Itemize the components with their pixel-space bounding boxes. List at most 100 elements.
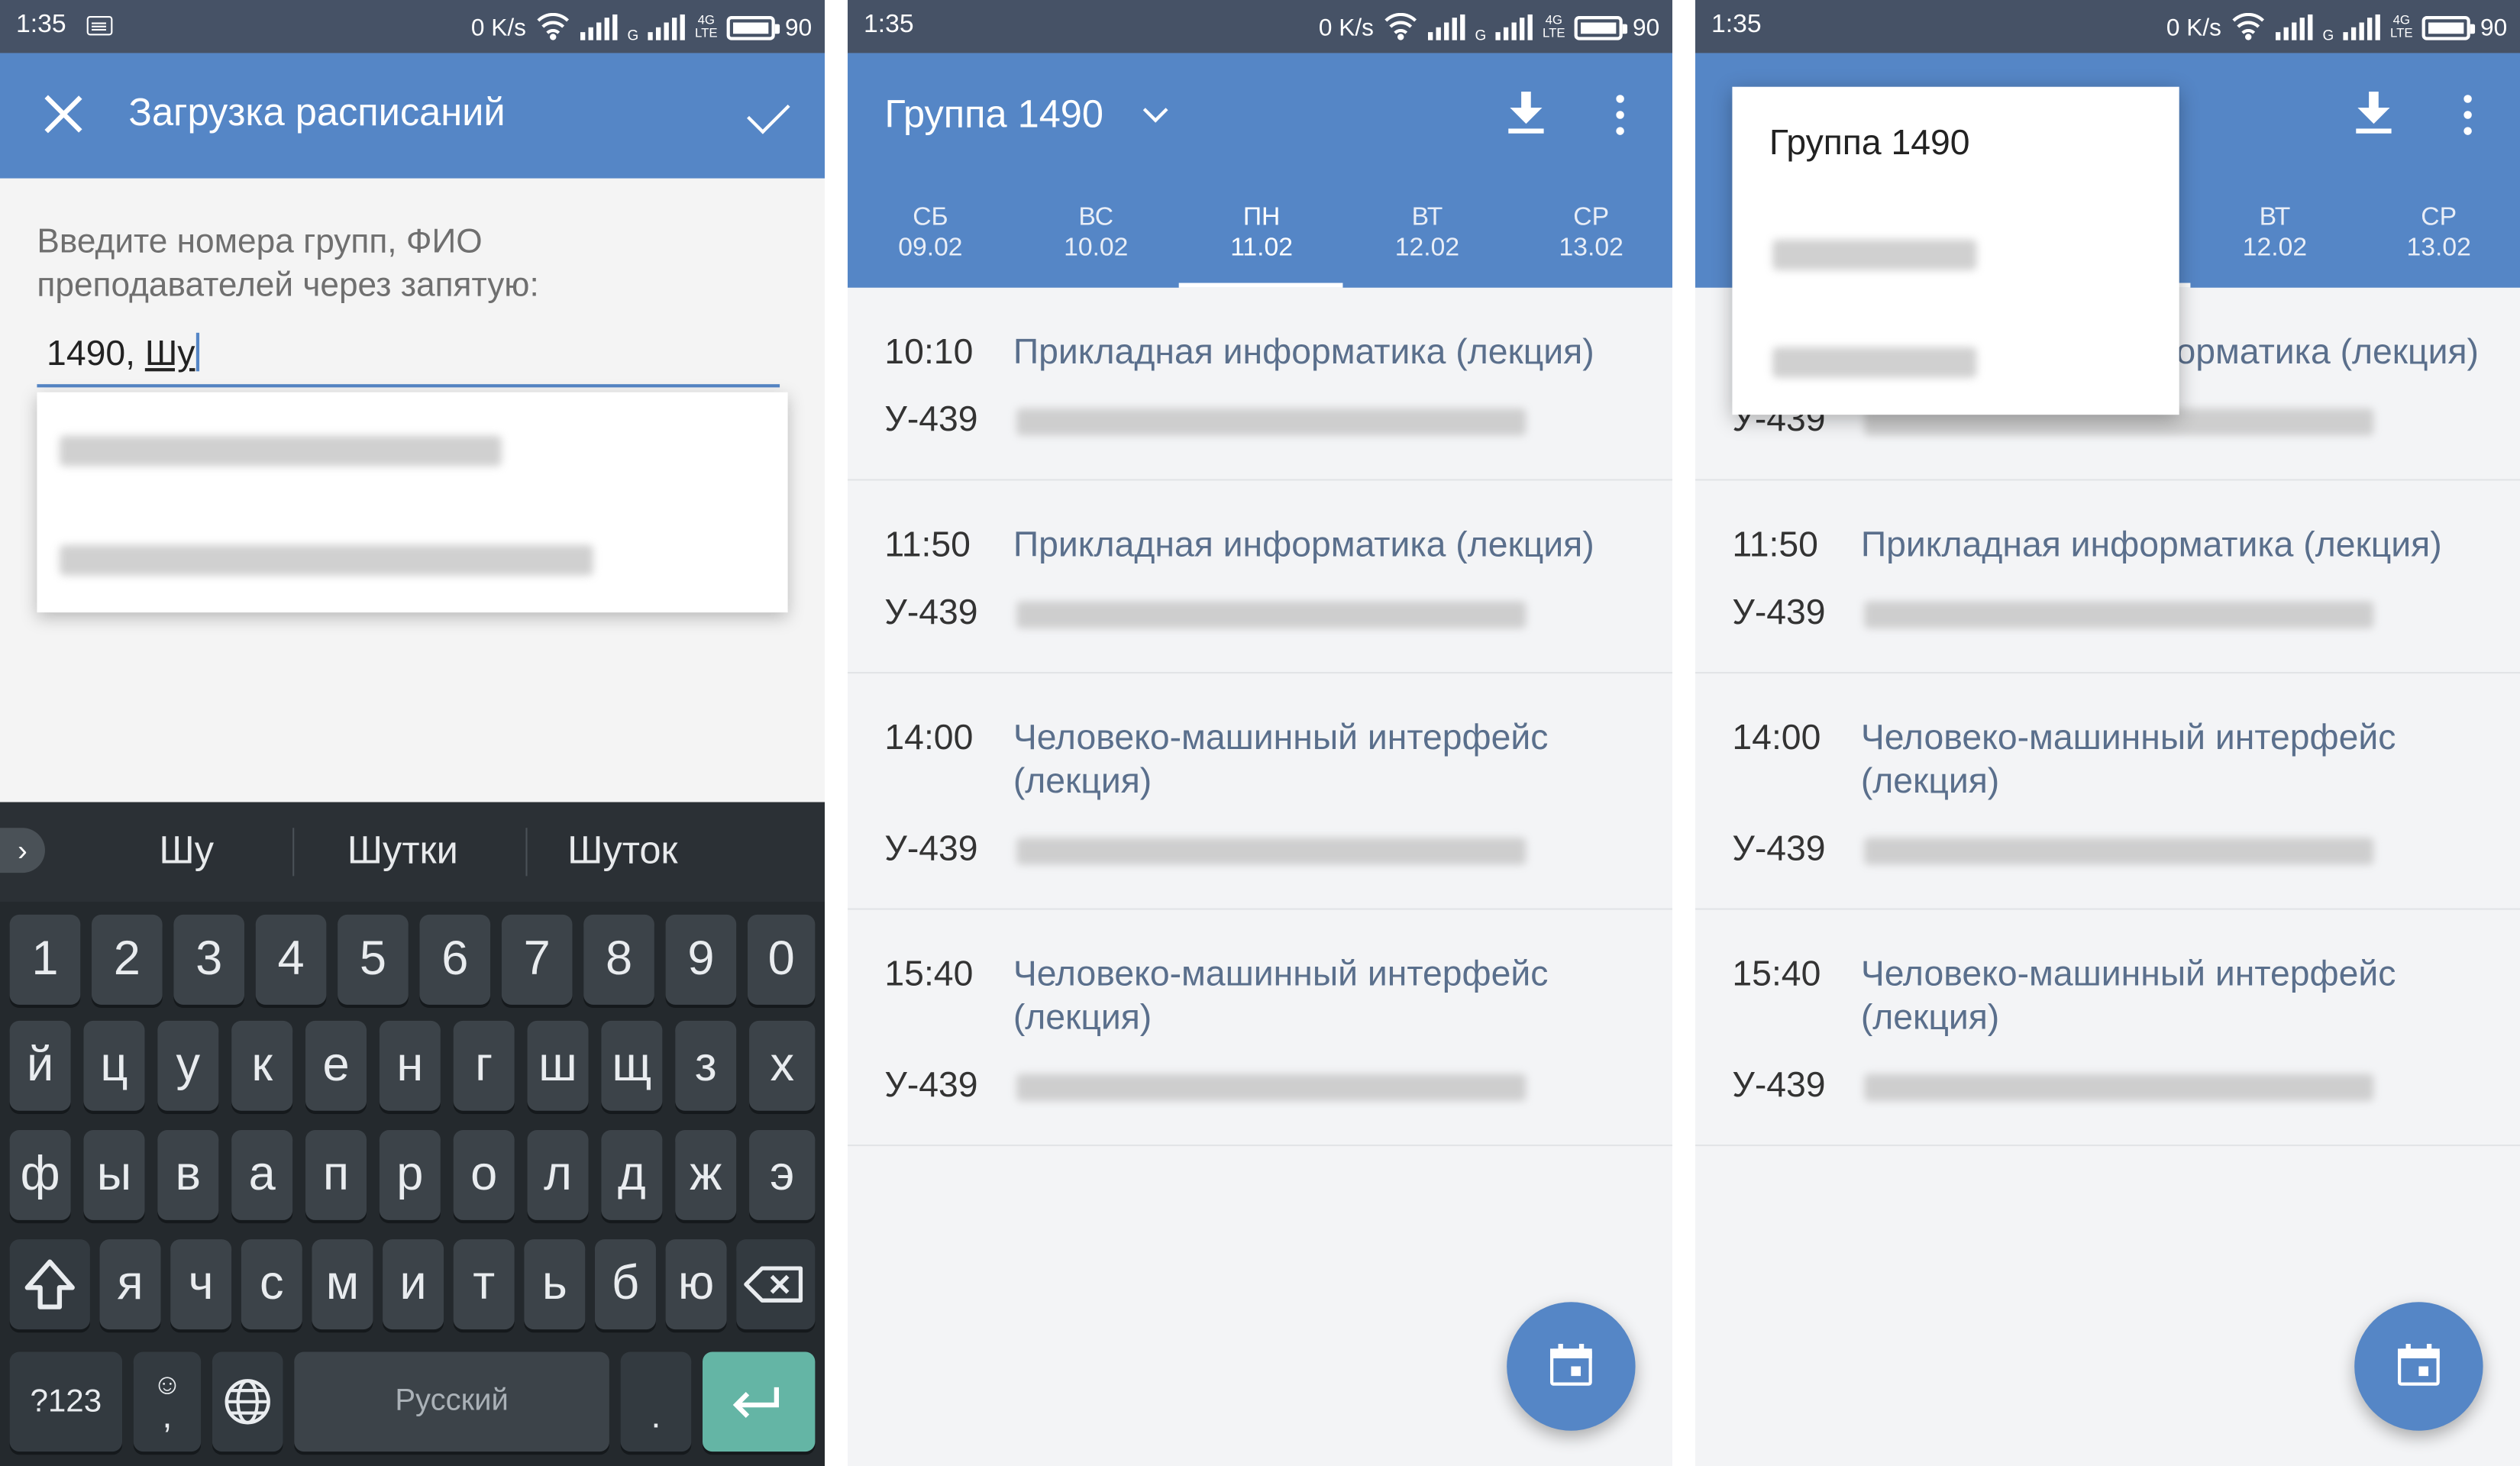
download-icon[interactable] <box>2354 92 2393 137</box>
list-item[interactable]: 10:10 Прикладная информатика (лекция) У-… <box>848 288 1672 481</box>
key[interactable]: ч <box>170 1239 232 1330</box>
suggestion-item[interactable]: Шуток <box>567 829 677 874</box>
close-icon[interactable] <box>42 93 84 135</box>
more-vert-icon[interactable] <box>2463 95 2472 137</box>
suggestion-item[interactable]: Шутки <box>347 829 458 874</box>
list-item[interactable]: 11:50 Прикладная информатика (лекция) У-… <box>1695 480 2520 673</box>
autocomplete-item[interactable] <box>59 435 502 467</box>
key[interactable]: я <box>99 1239 161 1330</box>
key[interactable]: у <box>157 1020 219 1111</box>
key[interactable]: ю <box>665 1239 727 1330</box>
check-icon[interactable] <box>747 91 790 134</box>
key[interactable]: м <box>312 1239 373 1330</box>
language-key[interactable] <box>212 1351 283 1452</box>
key[interactable]: 3 <box>173 914 245 1005</box>
key[interactable]: 8 <box>583 914 654 1005</box>
calendar-fab[interactable] <box>1507 1302 1636 1431</box>
autocomplete-item[interactable] <box>59 544 593 576</box>
list-item[interactable]: 14:00 Человеко-машинный интерфейс (лекци… <box>848 673 1672 909</box>
calendar-fab[interactable] <box>2354 1302 2483 1431</box>
enter-key[interactable] <box>703 1351 816 1452</box>
key[interactable]: 1 <box>9 914 81 1005</box>
list-item[interactable]: 15:40 Человеко-машинный интерфейс (лекци… <box>848 910 1672 1146</box>
event-room: У-439 <box>1732 1064 1826 1105</box>
key[interactable]: р <box>379 1130 441 1220</box>
key[interactable]: з <box>675 1020 737 1111</box>
key[interactable]: е <box>305 1020 367 1111</box>
backspace-key[interactable] <box>736 1239 816 1330</box>
key[interactable]: ш <box>527 1020 589 1111</box>
app-bar: Загрузка расписаний <box>0 53 825 179</box>
menu-item[interactable] <box>1772 347 1977 378</box>
list-item[interactable]: 15:40 Человеко-машинный интерфейс (лекци… <box>1695 910 2520 1146</box>
space-key[interactable]: Русский <box>294 1351 609 1452</box>
event-name: Человеко-машинный интерфейс (лекция) <box>1013 953 1549 1037</box>
groups-input[interactable]: 1490, Шу <box>47 332 200 375</box>
menu-item-group[interactable]: Группа 1490 <box>1769 122 1970 164</box>
key[interactable]: а <box>231 1130 293 1220</box>
numbers-key[interactable]: ?123 <box>9 1351 123 1452</box>
menu-item[interactable] <box>1772 239 1977 270</box>
group-selector[interactable]: Группа 1490 <box>884 93 1103 138</box>
key[interactable]: 7 <box>501 914 573 1005</box>
suggestion-item[interactable]: Шу <box>159 829 214 874</box>
tab-day[interactable]: ВС 10.02 <box>1013 202 1179 263</box>
key[interactable]: й <box>9 1020 71 1111</box>
key[interactable]: н <box>379 1020 441 1111</box>
key[interactable]: 4 <box>255 914 327 1005</box>
key[interactable]: п <box>305 1130 367 1220</box>
tab-day[interactable]: ВТ 12.02 <box>2192 202 2358 263</box>
key[interactable]: с <box>241 1239 302 1330</box>
key[interactable]: т <box>453 1239 515 1330</box>
key[interactable]: х <box>749 1020 816 1111</box>
key[interactable]: в <box>157 1130 219 1220</box>
list-item[interactable]: 14:00 Человеко-машинный интерфейс (лекци… <box>1695 673 2520 909</box>
key[interactable]: ф <box>9 1130 71 1220</box>
key[interactable]: ж <box>675 1130 737 1220</box>
key[interactable]: 9 <box>665 914 737 1005</box>
event-time: 10:10 <box>884 331 974 372</box>
download-icon[interactable] <box>1507 92 1546 137</box>
status-bar: 1:35 0 K/s G 4G LTE 90 <box>1695 0 2520 53</box>
chevron-right-icon[interactable]: › <box>0 828 45 873</box>
key[interactable]: б <box>594 1239 656 1330</box>
key[interactable]: г <box>453 1020 515 1111</box>
key[interactable]: э <box>749 1130 816 1220</box>
key[interactable]: д <box>601 1130 663 1220</box>
shift-key[interactable] <box>9 1239 90 1330</box>
key[interactable]: ы <box>83 1130 145 1220</box>
key[interactable]: л <box>527 1130 589 1220</box>
event-name: Человеко-машинный интерфейс (лекция) <box>1860 716 2396 801</box>
key[interactable]: 2 <box>92 914 163 1005</box>
tab-day-active[interactable]: ПН 11.02 <box>1179 202 1345 263</box>
key[interactable]: ц <box>83 1020 145 1111</box>
emoji-comma-key[interactable]: ☺ , <box>133 1351 202 1452</box>
screen-schedule: 1:35 0 K/s G 4G LTE 90 Группа 1490 СБ 09.0… <box>848 0 1673 1466</box>
suggestion-separator <box>525 828 528 877</box>
divider <box>848 1144 1673 1147</box>
status-time: 1:35 <box>16 11 66 39</box>
group-dropdown-menu: Группа 1490 <box>1732 86 2179 415</box>
lte-label: 4G LTE <box>1542 12 1565 40</box>
key[interactable]: 0 <box>747 914 816 1005</box>
event-time: 11:50 <box>1732 524 1818 564</box>
input-prefix: 1490, <box>47 332 145 373</box>
tab-day[interactable]: СР 13.02 <box>2356 202 2520 263</box>
key[interactable]: 6 <box>419 914 491 1005</box>
tab-day[interactable]: СР 13.02 <box>1508 202 1672 263</box>
key[interactable]: 5 <box>338 914 409 1005</box>
tab-day[interactable]: СБ 09.02 <box>848 202 1013 263</box>
chevron-down-icon[interactable] <box>1142 97 1168 123</box>
period-key[interactable]: . <box>620 1351 692 1452</box>
calendar-icon <box>2398 1344 2440 1386</box>
key[interactable]: к <box>231 1020 293 1111</box>
lte-label: 4G LTE <box>694 12 718 40</box>
key[interactable]: щ <box>601 1020 663 1111</box>
more-vert-icon[interactable] <box>1616 95 1624 137</box>
list-item[interactable]: 11:50 Прикладная информатика (лекция) У-… <box>848 480 1672 673</box>
key[interactable]: и <box>383 1239 444 1330</box>
key[interactable]: ь <box>524 1239 586 1330</box>
tab-day[interactable]: ВТ 12.02 <box>1345 202 1510 263</box>
signal-icon <box>580 14 618 40</box>
key[interactable]: о <box>453 1130 515 1220</box>
